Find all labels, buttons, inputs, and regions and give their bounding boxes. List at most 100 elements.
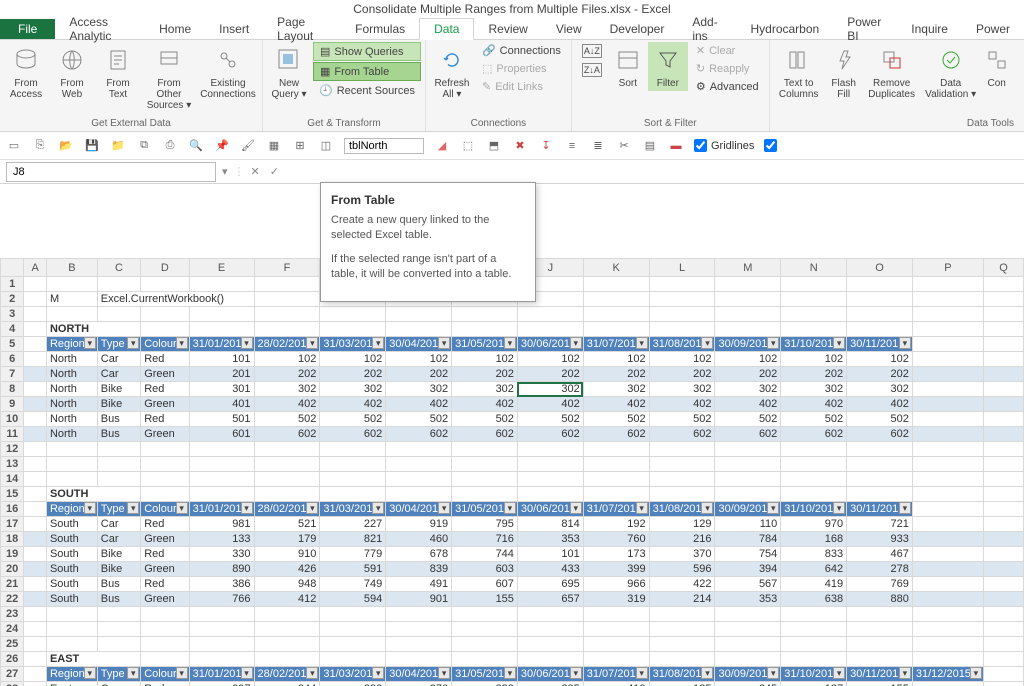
cell[interactable]: 502 [583,412,649,427]
cut-icon[interactable]: ✂ [616,138,632,154]
sort-za-button[interactable]: Z↓A [576,61,608,79]
cell[interactable]: 101 [189,352,254,367]
table-header[interactable]: 28/02/201 [254,502,320,517]
existing-connections-button[interactable]: Existing Connections [198,42,258,102]
row-head-23[interactable]: 23 [1,607,24,622]
cell[interactable]: 216 [649,532,715,547]
cell[interactable]: 603 [452,562,518,577]
grid-icon[interactable]: ▦ [266,138,282,154]
new-query-button[interactable]: New Query ▾ [267,42,311,102]
cell[interactable]: 302 [781,382,847,397]
cell[interactable]: Red [141,577,189,592]
row-head-17[interactable]: 17 [1,517,24,532]
cell[interactable]: 402 [781,397,847,412]
cell[interactable]: 814 [517,517,583,532]
reapply-button[interactable]: ↻Reapply [690,60,765,77]
cell[interactable]: 721 [847,517,913,532]
cell[interactable]: 491 [386,577,452,592]
cell[interactable]: 137 [781,682,847,686]
eraser-icon[interactable]: ◢ [434,138,450,154]
cell[interactable]: 402 [583,397,649,412]
row-head-12[interactable]: 12 [1,442,24,457]
cell[interactable]: 433 [517,562,583,577]
cell[interactable]: 202 [715,367,781,382]
cell[interactable]: 657 [517,592,583,607]
table-header[interactable]: Colour [141,502,189,517]
tab-file[interactable]: File [0,19,55,39]
table-header[interactable]: Region [46,337,97,352]
cell[interactable]: 302 [583,382,649,397]
refresh-all-button[interactable]: Refresh All ▾ [430,42,474,102]
cell[interactable]: North [46,427,97,442]
name-box[interactable] [344,138,424,154]
tab-inquire[interactable]: Inquire [897,19,962,39]
table-header[interactable]: 31/07/201 [583,502,649,517]
cell[interactable]: 302 [386,382,452,397]
cell[interactable]: 880 [847,592,913,607]
cell[interactable]: 214 [649,592,715,607]
cell[interactable]: 502 [254,412,320,427]
table-header[interactable]: 31/10/201 [781,667,847,682]
cell[interactable]: 602 [715,427,781,442]
table-header[interactable]: 31/10/201 [781,502,847,517]
cell[interactable]: 502 [649,412,715,427]
cell[interactable]: South [46,532,97,547]
cell[interactable]: 394 [715,562,781,577]
cell[interactable]: North [46,352,97,367]
cell[interactable]: Green [141,397,189,412]
cell[interactable]: 102 [715,352,781,367]
table-header[interactable]: 31/05/201 [452,667,518,682]
cell[interactable]: Red [141,517,189,532]
cell[interactable]: 102 [649,352,715,367]
row-head-11[interactable]: 11 [1,427,24,442]
table-header[interactable]: 30/04/201 [386,667,452,682]
cell[interactable]: 919 [386,517,452,532]
cell[interactable]: Bike [97,382,140,397]
cell[interactable]: 353 [517,532,583,547]
col-head-E[interactable]: E [189,259,254,277]
cell[interactable]: 102 [781,352,847,367]
table-header[interactable]: 31/05/201 [452,502,518,517]
cell[interactable]: Bike [97,397,140,412]
col-head-A[interactable]: A [24,259,47,277]
print-icon[interactable]: ⎙ [162,138,178,154]
cell[interactable]: 302 [517,382,583,397]
cell[interactable]: 173 [583,547,649,562]
row-head-7[interactable]: 7 [1,367,24,382]
cell[interactable]: 933 [847,532,913,547]
cell[interactable]: Green [141,427,189,442]
cancel-icon[interactable]: ✕ [251,165,260,178]
cell[interactable]: 330 [189,547,254,562]
cell[interactable]: Green [141,562,189,577]
tab-view[interactable]: View [542,19,596,39]
table-header[interactable]: 30/11/201 [847,337,913,352]
cell[interactable]: 302 [320,382,386,397]
cell[interactable]: Bike [97,562,140,577]
group-icon[interactable]: ⬒ [486,138,502,154]
recent-sources-button[interactable]: 🕘Recent Sources [313,82,421,99]
preview-icon[interactable]: 🔍 [188,138,204,154]
cell[interactable]: Excel.CurrentWorkbook() [97,292,254,307]
cell[interactable]: 567 [715,577,781,592]
cell[interactable]: Car [97,532,140,547]
spreadsheet[interactable]: ABCDEFGHIJKLMNOPQ12MExcel.CurrentWorkboo… [0,258,1024,686]
table-header[interactable]: 30/04/201 [386,337,452,352]
table-header[interactable]: 31/01/201 [189,667,254,682]
cell[interactable]: 399 [583,562,649,577]
flash-fill-button[interactable]: Flash Fill [826,42,862,102]
cell[interactable]: Red [141,682,189,686]
cell[interactable]: 353 [715,592,781,607]
table-header[interactable]: 31/08/201 [649,667,715,682]
show-queries-button[interactable]: ▤Show Queries [313,42,421,61]
cell[interactable]: 155 [847,682,913,686]
table-header[interactable]: 31/08/201 [649,337,715,352]
cell[interactable]: 302 [847,382,913,397]
row-head-18[interactable]: 18 [1,532,24,547]
cell[interactable]: 839 [386,562,452,577]
table-header[interactable]: 30/06/201 [517,667,583,682]
cell[interactable]: South [46,517,97,532]
table-header[interactable]: 31/01/201 [189,502,254,517]
cell[interactable]: 227 [320,517,386,532]
table-header[interactable]: 30/06/201 [517,337,583,352]
cell[interactable]: 202 [781,367,847,382]
